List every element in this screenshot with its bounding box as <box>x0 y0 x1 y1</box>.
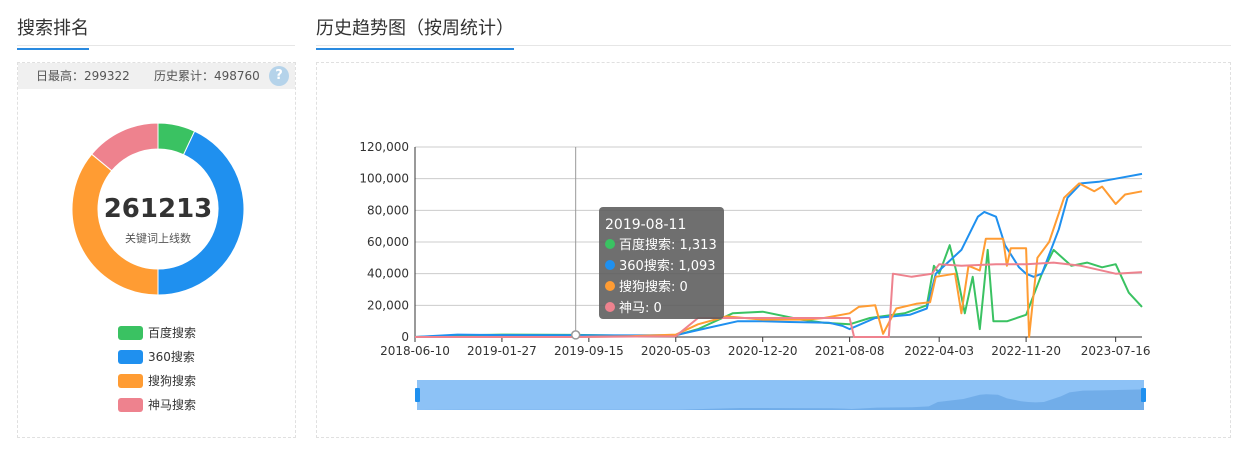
chart-tooltip: 2019-08-11 百度搜索: 1,313 360搜索: 1,093 搜狗搜索… <box>599 207 724 319</box>
y-tick-label: 80,000 <box>367 203 409 217</box>
trend-panel: 0 20,000 40,000 60,000 80,000 100,000 120,000 … <box>316 62 1231 438</box>
zoom-right-handle[interactable] <box>1141 388 1146 402</box>
tooltip-date: 2019-08-11 <box>605 217 686 233</box>
tooltip-baidu-dot <box>605 239 615 249</box>
ranking-panel: 日最高：299322 历史累计：498760 ? 261213 关键词上线数 百… <box>17 62 296 438</box>
y-tick-label: 0 <box>401 330 409 344</box>
legend-baidu-label: 百度搜索 <box>148 326 197 340</box>
x-tick-label: 2022-04-03 <box>904 344 974 358</box>
trend-line-chart: 020,00040,00060,00080,000100,000120,000 … <box>359 140 1151 410</box>
x-tick-label: 2020-12-20 <box>728 344 798 358</box>
tooltip-360-dot <box>605 260 615 270</box>
ranking-donut-chart: 261213 关键词上线数 <box>71 122 245 296</box>
legend-baidu-swatch <box>118 326 143 340</box>
legend-360-swatch <box>118 350 143 364</box>
y-tick-label: 120,000 <box>359 140 409 154</box>
legend-360-label: 360搜索 <box>148 350 195 364</box>
legend-sogou-swatch <box>118 374 143 388</box>
donut-slice-sogou[interactable] <box>71 153 159 296</box>
y-tick-label: 40,000 <box>367 267 409 281</box>
x-tick-label: 2018-06-10 <box>380 344 450 358</box>
tooltip-shenma-value: 神马: 0 <box>619 301 662 316</box>
tooltip-sogou-value: 搜狗搜索: 0 <box>619 280 688 295</box>
zoom-left-handle[interactable] <box>415 388 420 402</box>
stats-bar: 日最高：299322 历史累计：498760 ? <box>18 63 295 89</box>
history-total-stat: 历史累计：498760 <box>154 69 260 83</box>
help-icon[interactable]: ? <box>269 66 289 86</box>
hover-cursor-dot <box>570 330 581 340</box>
legend-sogou-label: 搜狗搜索 <box>148 374 197 388</box>
ranking-title-rule <box>17 45 295 46</box>
daily-max-stat: 日最高：299322 <box>36 69 130 83</box>
legend-shenma-label: 神马搜索 <box>148 398 197 412</box>
x-tick-label: 2020-05-03 <box>641 344 711 358</box>
keyword-total-label: 关键词上线数 <box>125 231 191 245</box>
x-tick-label: 2023-07-16 <box>1081 344 1151 358</box>
x-tick-label: 2021-08-08 <box>815 344 885 358</box>
x-tick-label: 2019-01-27 <box>467 344 537 358</box>
y-tick-label: 100,000 <box>359 172 409 186</box>
y-tick-label: 60,000 <box>367 235 409 249</box>
keyword-total-value: 261213 <box>104 194 213 224</box>
tooltip-shenma-dot <box>605 302 615 312</box>
y-tick-label: 20,000 <box>367 298 409 312</box>
tooltip-baidu-value: 百度搜索: 1,313 <box>619 237 717 253</box>
series-360-line <box>414 172 1143 338</box>
legend-shenma-swatch <box>118 398 143 412</box>
trend-title-rule <box>316 45 1231 46</box>
tooltip-sogou-dot <box>605 281 615 291</box>
x-tick-label: 2019-09-15 <box>554 344 624 358</box>
x-tick-label: 2022-11-20 <box>991 344 1061 358</box>
tooltip-360-value: 360搜索: 1,093 <box>619 259 716 274</box>
zoom-slider[interactable] <box>415 380 1146 410</box>
